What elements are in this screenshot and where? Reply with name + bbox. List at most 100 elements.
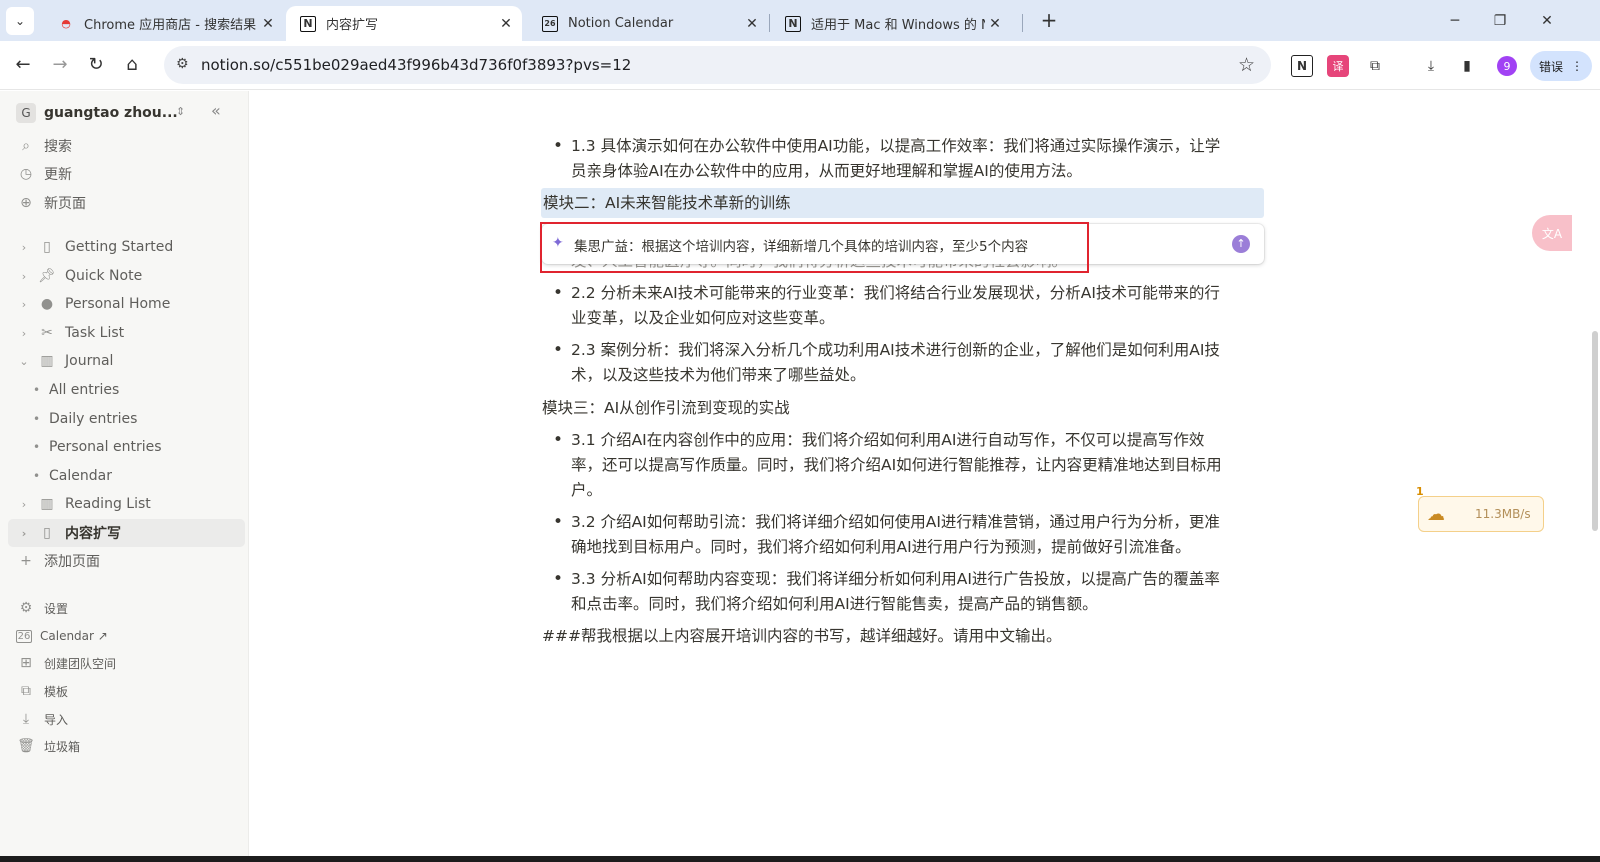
extensions-puzzle-icon[interactable]: ⧉ — [1364, 55, 1386, 77]
close-tab-icon[interactable]: ✕ — [742, 16, 762, 32]
list-item[interactable]: • 1.3 具体演示如何在办公软件中使用AI功能，以提高工作效率：我们将通过实际… — [553, 134, 1271, 184]
sidebar-item-quick-note[interactable]: › 📌︎ Quick Note — [0, 262, 249, 290]
close-tab-icon[interactable]: ✕ — [258, 16, 278, 32]
text-line: 确地找到目标用户。同时，我们将介绍如何利用AI进行用户行为预测，提前做好引流准备… — [571, 538, 1191, 556]
clock-icon: ◷ — [19, 166, 33, 182]
page-icon: ▯ — [43, 239, 51, 255]
translate-extension-icon[interactable]: 译 — [1327, 55, 1349, 77]
tab-notion-download[interactable]: N 适用于 Mac 和 Windows 的 N ✕ — [771, 6, 1011, 41]
tab-content-expansion[interactable]: N 内容扩写 ✕ — [286, 6, 522, 41]
url-text[interactable]: notion.so/c551be029aed43f996b43d736f0f38… — [201, 56, 631, 74]
sidebar-item-add-page[interactable]: + 添加页面 — [0, 547, 249, 575]
sidebar-item-calendar[interactable]: • Calendar — [0, 462, 249, 490]
tab-search-dropdown-button[interactable]: ⌄ — [6, 7, 34, 35]
sidebar-item-task-list[interactable]: › ✂ Task List — [0, 319, 249, 347]
gear-icon: ⚙ — [19, 600, 33, 616]
text-line: 3.3 分析AI如何帮助内容变现：我们将详细分析如何利用AI进行广告投放，以提高… — [571, 570, 1220, 588]
workspace-avatar: G — [16, 103, 36, 123]
sidebar-item-getting-started[interactable]: › ▯ Getting Started — [0, 233, 249, 261]
browser-tab-strip: ⌄ ◓ Chrome 应用商店 - 搜索结果 ✕ N 内容扩写 ✕ 26 Not… — [0, 0, 1600, 41]
tab-notion-calendar[interactable]: 26 Notion Calendar ✕ — [528, 6, 768, 41]
site-info-icon[interactable]: ⚙ — [176, 56, 189, 72]
more-menu-icon[interactable]: ⋮ — [1571, 59, 1583, 73]
tab-chrome-webstore[interactable]: ◓ Chrome 应用商店 - 搜索结果 ✕ — [44, 6, 284, 41]
close-tab-icon[interactable]: ✕ — [985, 16, 1005, 32]
sidebar-item-search[interactable]: ⌕ 搜索 — [0, 132, 249, 160]
sidebar-item-label: 更新 — [44, 167, 72, 183]
text-line: 术，以及这些技术为他们带来了哪些益处。 — [571, 366, 866, 384]
sidebar-item-trash[interactable]: 🗑︎ 垃圾箱 — [0, 732, 249, 760]
team-icon: ⊞ — [20, 655, 32, 671]
module-heading[interactable]: 模块三：AI从创作引流到变现的实战 — [542, 396, 790, 421]
minimize-button[interactable]: ─ — [1440, 8, 1470, 34]
sidebar-item-settings[interactable]: ⚙ 设置 — [0, 594, 249, 622]
sidebar-item-label: Journal — [65, 353, 114, 369]
profile-avatar[interactable]: 9 — [1497, 56, 1517, 76]
back-button[interactable]: ← — [9, 51, 37, 79]
scrollbar[interactable] — [1592, 331, 1598, 531]
sidebar-item-templates[interactable]: ⧉ 模板 — [0, 677, 249, 705]
restore-button[interactable]: ❐ — [1485, 8, 1515, 34]
bullet-dot: • — [553, 430, 564, 450]
chevron-right-icon[interactable]: › — [17, 498, 31, 511]
browser-toolbar: ← → ↻ ⌂ ⚙ notion.so/c551be029aed43f996b4… — [0, 41, 1600, 90]
sidebar-item-label: 新页面 — [44, 196, 86, 212]
sidebar-item-label: Personal Home — [65, 296, 171, 312]
list-item[interactable]: • 3.3 分析AI如何帮助内容变现：我们将详细分析如何利用AI进行广告投放，以… — [553, 567, 1271, 617]
chevron-down-icon[interactable]: ⌄ — [17, 355, 31, 368]
bullet-dot: • — [553, 512, 564, 532]
chevron-right-icon[interactable]: › — [17, 298, 31, 311]
notion-sidebar: G guangtao zhou... ⇕ « ⌕ 搜索 ◷ 更新 ⊕ 新页面 › ▯ Ge… — [0, 91, 249, 862]
sidebar-item-label: 添加页面 — [44, 554, 100, 570]
network-speed-badge[interactable]: 1 ☁ 11.3MB/s — [1416, 485, 1544, 532]
final-instruction[interactable]: ###帮我根据以上内容展开培训内容的书写，越详细越好。请用中文输出。 — [542, 624, 1061, 649]
sidebar-item-journal[interactable]: ⌄ ▥ Journal — [0, 347, 249, 375]
sidebar-item-new-page[interactable]: ⊕ 新页面 — [0, 189, 249, 217]
list-item[interactable]: • 2.2 分析未来AI技术可能带来的行业变革：我们将结合行业发展现状，分析AI… — [553, 281, 1271, 331]
downloads-icon[interactable]: ⤓ — [1420, 55, 1442, 77]
error-button[interactable]: 错误 ⋮ — [1530, 51, 1592, 81]
notion-extension-icon[interactable]: N — [1291, 55, 1313, 77]
sidebar-item-personal-entries[interactable]: • Personal entries — [0, 433, 249, 461]
error-label: 错误 — [1538, 59, 1563, 74]
sidebar-item-content-expansion[interactable]: › ▯ 内容扩写 — [8, 519, 245, 547]
calendar-icon: 26 — [16, 629, 32, 643]
tab-title: 适用于 Mac 和 Windows 的 N — [811, 18, 985, 33]
home-button[interactable]: ⌂ — [118, 51, 146, 79]
sidebar-item-reading-list[interactable]: › ▥ Reading List — [0, 490, 249, 518]
sidebar-item-all-entries[interactable]: • All entries — [0, 376, 249, 404]
side-panel-icon[interactable]: ▮ — [1456, 55, 1478, 77]
chevron-right-icon[interactable]: › — [17, 241, 31, 254]
chevron-right-icon[interactable]: › — [17, 327, 31, 340]
close-tab-icon[interactable]: ✕ — [496, 16, 516, 32]
close-window-button[interactable]: ✕ — [1532, 8, 1562, 34]
sidebar-item-label: Quick Note — [65, 268, 143, 284]
sidebar-item-updates[interactable]: ◷ 更新 — [0, 160, 249, 188]
list-item[interactable]: • 3.1 介绍AI在内容创作中的应用：我们将介绍如何利用AI进行自动写作，不仅… — [553, 428, 1271, 503]
notion-icon: N — [300, 15, 316, 32]
sidebar-item-personal-home[interactable]: › ● Personal Home — [0, 290, 249, 318]
sidebar-item-create-teamspace[interactable]: ⊞ 创建团队空间 — [0, 649, 249, 677]
workspace-switcher[interactable]: G guangtao zhou... — [16, 103, 178, 123]
bullet-dot: • — [553, 569, 564, 589]
send-arrow-icon[interactable]: ↑ — [1232, 235, 1250, 253]
text-line: 和点击率。同时，我们将介绍如何利用AI进行智能售卖，提高产品的销售额。 — [571, 595, 1098, 613]
reload-button[interactable]: ↻ — [82, 51, 110, 79]
forward-button[interactable]: → — [46, 51, 74, 79]
bookmark-star-icon[interactable]: ☆ — [1238, 54, 1255, 76]
address-bar[interactable]: ⚙ notion.so/c551be029aed43f996b43d736f0f… — [164, 46, 1271, 84]
translate-float-button[interactable]: 文A — [1532, 215, 1572, 251]
collapse-sidebar-icon[interactable]: « — [211, 101, 221, 120]
chevron-right-icon[interactable]: › — [17, 527, 31, 540]
new-tab-button[interactable]: + — [1036, 8, 1062, 34]
sidebar-item-calendar-link[interactable]: 26 Calendar ↗ — [0, 622, 249, 650]
switch-workspace-icon[interactable]: ⇕ — [176, 105, 185, 118]
sidebar-item-daily-entries[interactable]: • Daily entries — [0, 405, 249, 433]
sidebar-item-label: Task List — [65, 325, 125, 341]
module-heading[interactable]: 模块二：AI未来智能技术革新的训练 — [543, 191, 791, 216]
list-item[interactable]: • 2.3 案例分析：我们将深入分析几个成功利用AI技术进行创新的企业，了解他们… — [553, 338, 1271, 388]
pin-icon: 📌︎ — [38, 268, 56, 284]
chevron-right-icon[interactable]: › — [17, 270, 31, 283]
list-item[interactable]: • 3.2 介绍AI如何帮助引流：我们将详细介绍如何使用AI进行精准营销，通过用… — [553, 510, 1271, 560]
sidebar-item-import[interactable]: ⤓ 导入 — [0, 705, 249, 733]
